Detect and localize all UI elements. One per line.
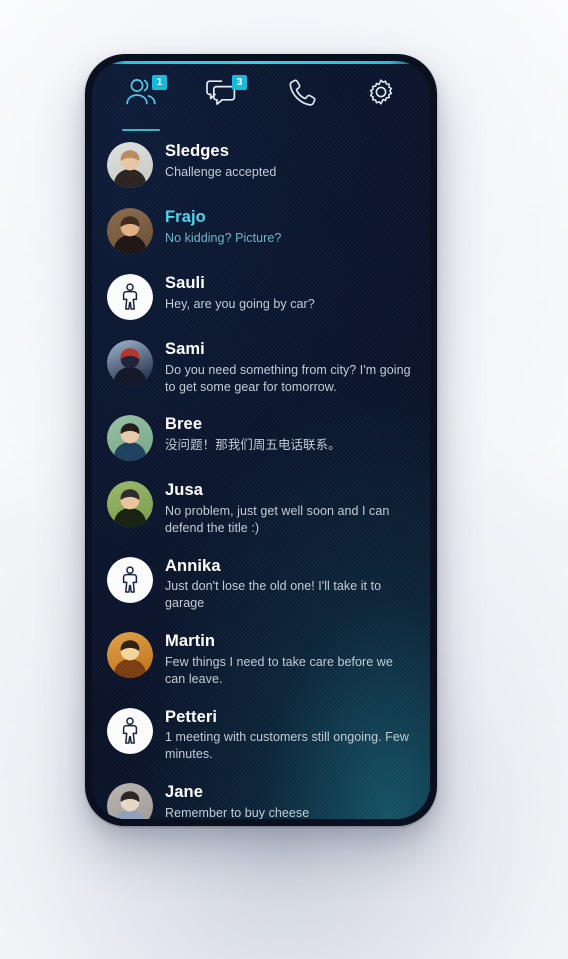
avatar bbox=[107, 707, 153, 754]
contact-photo bbox=[107, 208, 153, 254]
tab-contacts[interactable]: 1 bbox=[115, 75, 167, 131]
chat-row[interactable]: Annika Just don't lose the old one! I'll … bbox=[92, 546, 430, 621]
avatar bbox=[107, 782, 153, 819]
chat-row-text: Frajo No kidding? Picture? bbox=[165, 206, 416, 247]
chat-row-text: Sami Do you need something from city? I'm… bbox=[165, 338, 416, 395]
avatar bbox=[107, 274, 153, 320]
avatar bbox=[107, 415, 153, 462]
tab-settings[interactable] bbox=[355, 77, 407, 127]
chat-row-text: Jusa No problem, just get well soon and I… bbox=[165, 479, 416, 536]
chat-list[interactable]: Sledges Challenge accepted Frajo No kidding… bbox=[92, 131, 430, 819]
top-accent-line bbox=[92, 61, 430, 64]
chat-row[interactable]: Sauli Hey, are you going by car? bbox=[92, 263, 430, 329]
message-preview: Do you need something from city? I'm goi… bbox=[165, 362, 411, 394]
phone-screen: 1 3 Sledges Challenge accepted Frajo No … bbox=[92, 61, 430, 819]
contacts-badge: 1 bbox=[152, 75, 167, 90]
contact-photo bbox=[107, 415, 153, 462]
message-preview: 1 meeting with customers still ongoing. … bbox=[165, 730, 409, 761]
message-preview: Challenge accepted bbox=[165, 164, 277, 179]
contact-name: Sami bbox=[165, 340, 205, 358]
message-preview: 没问题！那我们周五电话联系。 bbox=[165, 438, 341, 452]
avatar bbox=[107, 481, 153, 528]
person-placeholder-icon bbox=[107, 274, 153, 320]
message-preview: Remember to buy cheese bbox=[165, 805, 310, 820]
contact-photo bbox=[107, 142, 153, 188]
chat-row[interactable]: Frajo No kidding? Picture? bbox=[92, 197, 430, 263]
chat-row[interactable]: Bree 没问题！那我们周五电话联系。 bbox=[92, 404, 430, 470]
phone-icon bbox=[284, 77, 318, 107]
chat-row[interactable]: Martin Few things I need to take care bef… bbox=[92, 621, 430, 696]
message-preview: Just don't lose the old one! I'll take i… bbox=[165, 579, 382, 611]
phone-device-frame: 1 3 Sledges Challenge accepted Frajo No … bbox=[85, 54, 437, 826]
chat-row[interactable]: Petteri 1 meeting with customers still on… bbox=[92, 697, 430, 772]
contact-photo bbox=[107, 632, 153, 679]
chat-row[interactable]: Sledges Challenge accepted bbox=[92, 131, 430, 197]
gear-icon bbox=[364, 77, 398, 107]
person-placeholder-icon bbox=[107, 556, 153, 603]
chat-row-text: Petteri 1 meeting with customers still on… bbox=[165, 706, 416, 763]
page-backdrop: 1 3 Sledges Challenge accepted Frajo No … bbox=[0, 0, 568, 959]
contact-photo bbox=[107, 340, 153, 386]
contact-name: Petteri bbox=[165, 707, 218, 726]
tab-calls[interactable] bbox=[275, 77, 327, 127]
message-preview: Hey, are you going by car? bbox=[165, 296, 315, 311]
contact-name: Sauli bbox=[165, 274, 205, 292]
avatar bbox=[107, 556, 153, 603]
chat-row[interactable]: Jane Remember to buy cheese bbox=[92, 772, 430, 819]
chat-row-text: Jane Remember to buy cheese bbox=[165, 781, 416, 819]
contact-name: Jane bbox=[165, 782, 204, 801]
tab-chats[interactable]: 3 bbox=[195, 75, 247, 127]
chat-row[interactable]: Jusa No problem, just get well soon and I… bbox=[92, 470, 430, 545]
chat-row[interactable]: Sami Do you need something from city? I'm… bbox=[92, 329, 430, 404]
contact-name: Bree bbox=[165, 415, 203, 434]
message-preview: No problem, just get well soon and I can… bbox=[165, 504, 390, 535]
avatar bbox=[107, 632, 153, 679]
avatar bbox=[107, 208, 153, 254]
chats-badge: 3 bbox=[232, 75, 247, 90]
chat-row-text: Bree 没问题！那我们周五电话联系。 bbox=[165, 413, 416, 454]
contact-name: Sledges bbox=[165, 142, 229, 160]
contact-photo bbox=[107, 481, 153, 528]
chat-row-text: Sauli Hey, are you going by car? bbox=[165, 272, 416, 313]
chat-row-text: Sledges Challenge accepted bbox=[165, 140, 416, 181]
contact-name: Martin bbox=[165, 632, 216, 651]
contact-name: Annika bbox=[165, 556, 221, 575]
chat-row-text: Annika Just don't lose the old one! I'll … bbox=[165, 555, 416, 612]
chat-row-text: Martin Few things I need to take care bef… bbox=[165, 630, 416, 687]
contact-name: Jusa bbox=[165, 481, 204, 500]
contact-photo bbox=[107, 782, 153, 819]
message-preview: Few things I need to take care before we… bbox=[165, 654, 393, 686]
avatar bbox=[107, 340, 153, 386]
contact-name: Frajo bbox=[165, 208, 206, 226]
message-preview: No kidding? Picture? bbox=[165, 230, 282, 245]
person-placeholder-icon bbox=[107, 707, 153, 754]
avatar bbox=[107, 142, 153, 188]
